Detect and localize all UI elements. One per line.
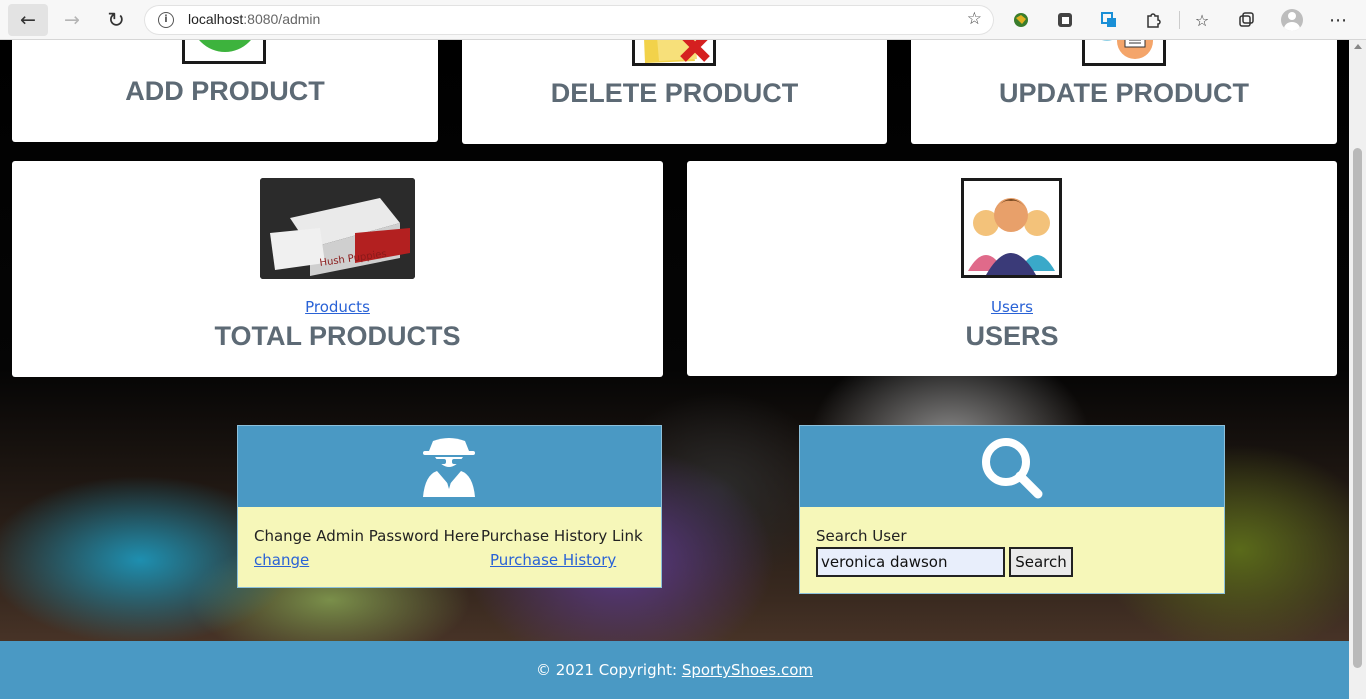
- users-link[interactable]: Users: [687, 298, 1337, 316]
- total-products-card: Hush Puppies Products TOTAL PRODUCTS: [12, 161, 663, 377]
- reload-button[interactable]: ↻: [96, 4, 136, 36]
- update-product-title: UPDATE PRODUCT: [998, 78, 1249, 108]
- page-scrollbar[interactable]: [1349, 40, 1366, 699]
- site-info-icon[interactable]: i: [158, 12, 174, 28]
- admin-settings-panel: Change Admin Password Here change Purcha…: [237, 425, 662, 588]
- admin-page: ADD PRODUCT DELETE PRODUCT UPDATE PRODUC…: [0, 40, 1349, 699]
- search-button[interactable]: Search: [1009, 547, 1073, 577]
- url-text[interactable]: localhost:8080/admin: [188, 11, 320, 27]
- users-title: USERS: [965, 321, 1059, 351]
- collections-icon[interactable]: [1234, 8, 1258, 32]
- extension-globe-icon[interactable]: [1009, 8, 1033, 32]
- scroll-thumb[interactable]: [1353, 148, 1362, 668]
- extension-share-icon[interactable]: [1097, 8, 1121, 32]
- menu-dots-icon[interactable]: ⋯: [1326, 8, 1350, 32]
- extensions-puzzle-icon[interactable]: [1141, 8, 1165, 32]
- add-product-card[interactable]: ADD PRODUCT: [12, 40, 438, 142]
- change-password-link[interactable]: change: [254, 551, 309, 569]
- change-password-label: Change Admin Password Here: [254, 527, 480, 545]
- back-button[interactable]: ←: [8, 4, 48, 36]
- search-user-input[interactable]: [816, 547, 1005, 577]
- users-image: [961, 178, 1062, 278]
- admin-panel-header: [238, 426, 661, 507]
- footer-copyright: © 2021 Copyright:: [535, 661, 682, 679]
- search-panel-header: [800, 426, 1224, 507]
- extension-reader-icon[interactable]: [1053, 8, 1077, 32]
- search-user-panel: Search User Search: [799, 425, 1225, 594]
- purchase-history-label: Purchase History Link: [481, 527, 643, 545]
- delete-product-card[interactable]: DELETE PRODUCT: [462, 40, 887, 144]
- forward-button[interactable]: →: [52, 4, 92, 36]
- search-user-label: Search User: [816, 527, 907, 545]
- profile-icon[interactable]: [1280, 8, 1304, 32]
- add-product-title: ADD PRODUCT: [125, 76, 325, 106]
- spy-agent-icon: [423, 438, 475, 497]
- toolbar-divider: [1179, 11, 1180, 29]
- total-products-title: TOTAL PRODUCTS: [214, 321, 461, 351]
- add-product-image: [182, 40, 266, 64]
- products-link[interactable]: Products: [12, 298, 663, 316]
- users-card: Users USERS: [687, 161, 1337, 376]
- browser-toolbar: ← → ↻ i localhost:8080/admin ☆ ☆ ⋯: [0, 0, 1366, 40]
- products-image: Hush Puppies: [260, 178, 415, 279]
- footer-site-link[interactable]: SportyShoes.com: [682, 661, 813, 679]
- purchase-history-link[interactable]: Purchase History: [490, 551, 616, 569]
- update-product-card[interactable]: UPDATE PRODUCT: [911, 40, 1337, 144]
- delete-product-title: DELETE PRODUCT: [550, 78, 799, 108]
- favorites-icon[interactable]: ☆: [1190, 8, 1214, 32]
- magnifier-icon: [982, 438, 1043, 499]
- footer: © 2021 Copyright: SportyShoes.com: [0, 641, 1349, 699]
- add-favorite-icon[interactable]: ☆: [967, 9, 982, 29]
- delete-product-image: [632, 40, 716, 66]
- scroll-up-arrow-icon[interactable]: [1354, 44, 1362, 49]
- address-bar[interactable]: i localhost:8080/admin ☆: [144, 5, 994, 35]
- update-product-image: [1082, 40, 1166, 66]
